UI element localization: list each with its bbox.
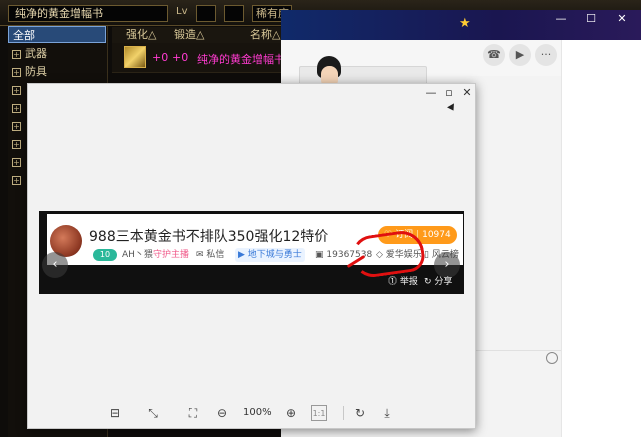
- category-label: 全部: [13, 29, 35, 42]
- expand-icon[interactable]: +: [12, 139, 21, 149]
- chat-avatar-panel: [561, 40, 641, 437]
- message-label: ✉ 私信: [196, 249, 224, 261]
- download-icon[interactable]: ⤓: [379, 405, 395, 421]
- expand-icon[interactable]: +: [12, 121, 21, 131]
- toolbar-divider: [343, 406, 344, 420]
- stream-title: 988三本黄金书不排队350强化12特价: [89, 229, 329, 245]
- minimize-icon[interactable]: —: [546, 10, 576, 28]
- category-armor[interactable]: + 防具: [8, 63, 106, 80]
- category-all[interactable]: 全部: [8, 26, 106, 43]
- subscribe-count: 10974: [422, 230, 451, 240]
- level-max-input[interactable]: [224, 5, 244, 22]
- report-text: 举报: [399, 277, 418, 287]
- viewer-titlebar[interactable]: [28, 84, 475, 102]
- results-table-header: 强化△ 锻造△ 名称△: [112, 27, 282, 43]
- image-viewer-window: — ▫ ✕ 988三本黄金书不排队350强化12特价 ♡ 订阅 10974 10 A…: [27, 83, 476, 429]
- report-icon: ⓵: [388, 277, 398, 287]
- zoom-level: 100%: [243, 407, 272, 418]
- report-label: ⓵ 举报: [388, 274, 418, 287]
- expand-icon[interactable]: +: [12, 67, 21, 77]
- level-filter-label: Lv: [176, 6, 188, 17]
- zoom-out-icon[interactable]: ⊖: [214, 405, 230, 421]
- category-text: 地下城与勇士: [247, 250, 302, 260]
- expand-icon[interactable]: +: [12, 85, 21, 95]
- column-forge[interactable]: 锻造△: [174, 27, 204, 43]
- gold-book-item-icon: [124, 46, 146, 68]
- close-icon[interactable]: ✕: [607, 10, 637, 28]
- expand-icon[interactable]: +: [12, 103, 21, 113]
- rotate-icon[interactable]: ↻: [352, 405, 368, 421]
- phone-icon[interactable]: ☎: [483, 44, 505, 66]
- column-name[interactable]: 名称△: [250, 27, 280, 43]
- message-icon: ✉: [196, 250, 204, 260]
- close-icon[interactable]: ✕: [459, 85, 475, 101]
- clock-icon[interactable]: [546, 352, 558, 364]
- streamer-name: AH丶猥: [122, 250, 153, 260]
- more-icon[interactable]: ···: [535, 44, 557, 66]
- maximize-icon[interactable]: ☐: [576, 10, 606, 28]
- category-tag: ▶ 地下城与勇士: [235, 248, 305, 262]
- actual-size-icon[interactable]: ⛶: [185, 405, 201, 421]
- video-icon[interactable]: ▶: [509, 44, 531, 66]
- category-label: 武器: [25, 47, 47, 60]
- previous-image-button[interactable]: ‹: [42, 252, 68, 278]
- guardian-label: 守护主播: [153, 250, 190, 260]
- tag-icon: ▯: [424, 250, 429, 260]
- play-icon: ▶: [238, 250, 245, 260]
- thumbnails-icon[interactable]: ⊟: [107, 405, 123, 421]
- category-label: 防具: [25, 65, 47, 78]
- viewers-icon: ▣: [315, 250, 324, 260]
- column-enhance[interactable]: 强化△: [126, 27, 156, 43]
- star-icon[interactable]: ★: [459, 16, 471, 31]
- level-min-input[interactable]: [196, 5, 216, 22]
- share-label: ↻ 分享: [424, 274, 452, 287]
- maximize-icon[interactable]: ▫: [441, 85, 457, 101]
- fit-screen-icon[interactable]: ⤡: [145, 405, 161, 421]
- expand-icon[interactable]: +: [12, 175, 21, 185]
- share-text: 分享: [434, 277, 453, 287]
- row-item-name: 纯净的黄金增幅书: [197, 53, 285, 66]
- minimize-icon[interactable]: —: [423, 85, 439, 101]
- level-badge: 10: [93, 249, 117, 261]
- mouse-cursor-icon: [447, 103, 457, 113]
- share-icon: ↻: [424, 277, 432, 287]
- category-weapons[interactable]: + 武器: [8, 45, 106, 62]
- expand-icon[interactable]: +: [12, 49, 21, 59]
- item-search-input[interactable]: 纯净的黄金增幅书: [8, 5, 168, 22]
- expand-icon[interactable]: +: [12, 157, 21, 167]
- message-text: 私信: [206, 250, 225, 260]
- zoom-in-icon[interactable]: ⊕: [283, 405, 299, 421]
- row-forge-value: +0: [172, 51, 189, 64]
- one-to-one-icon[interactable]: 1:1: [311, 405, 327, 421]
- row-enhance-value: +0: [152, 51, 169, 64]
